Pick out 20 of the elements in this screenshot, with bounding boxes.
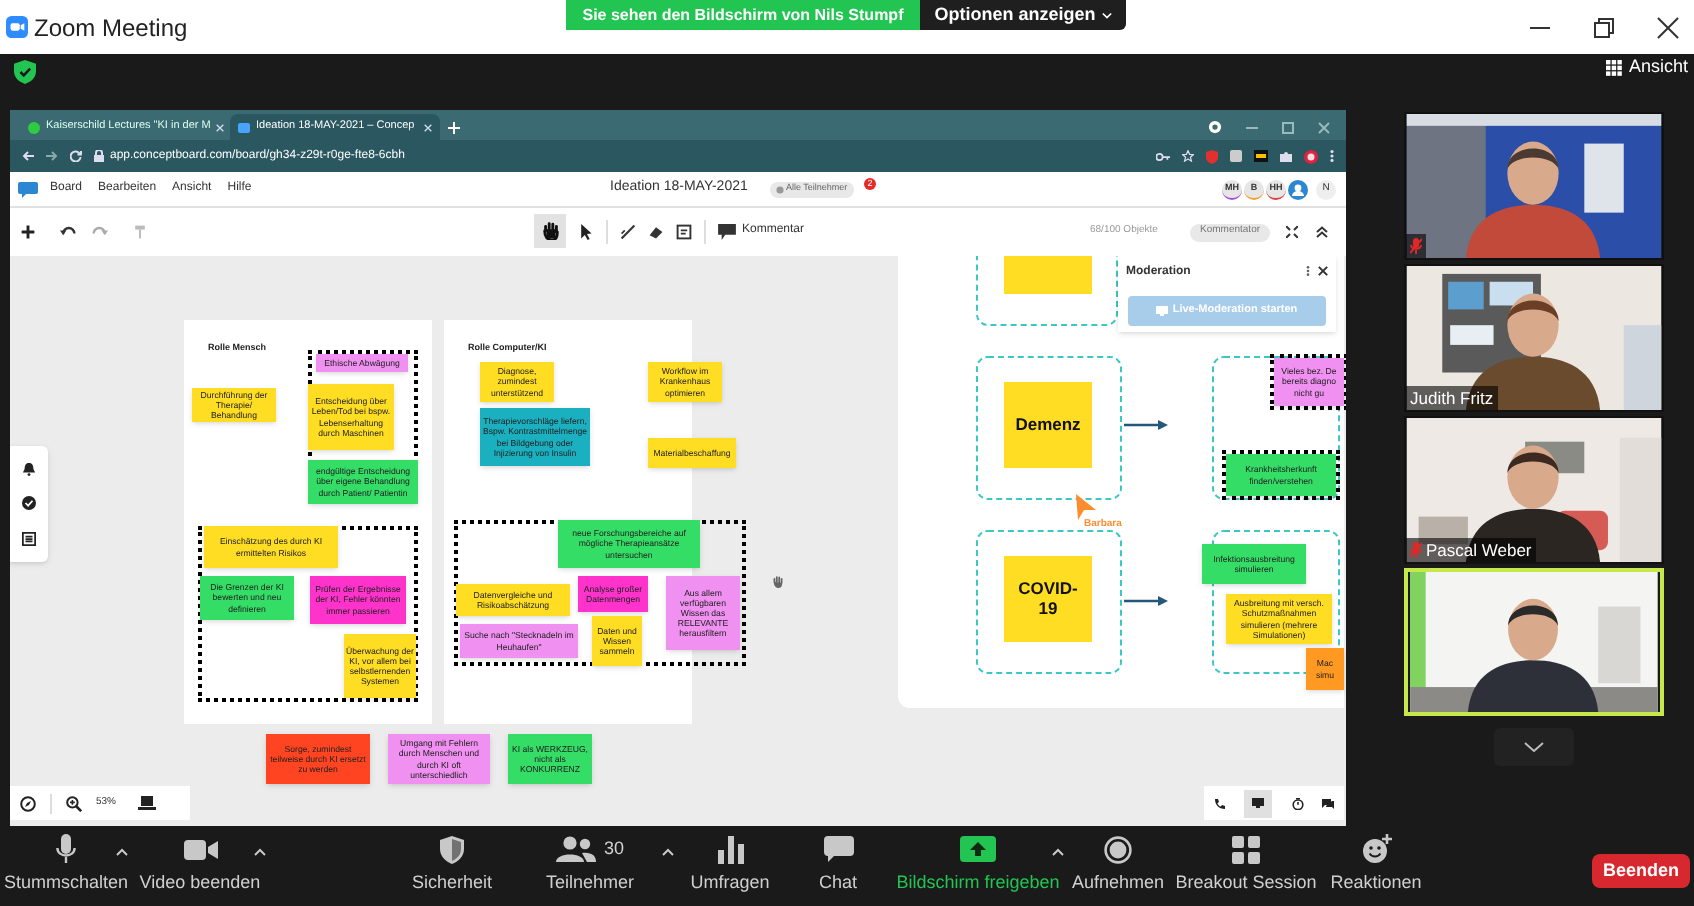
options-button[interactable]: Optionen anzeigen: [920, 0, 1126, 30]
toolbar-button[interactable]: Chat: [819, 826, 858, 906]
view-button[interactable]: Ansicht: [1606, 54, 1688, 80]
toolbar-button[interactable]: Sicherheit: [411, 826, 493, 906]
toolbar-button[interactable]: Aufnehmen: [1071, 826, 1165, 906]
toolbar-button[interactable]: Umfragen: [690, 826, 770, 906]
end-meeting-button[interactable]: Beenden: [1592, 854, 1690, 888]
toolbar-button[interactable]: 30 Teilnehmer: [545, 826, 635, 906]
share-banner: Sie sehen den Bildschirm von Nils Stumpf: [566, 0, 920, 30]
sticky-note: Demenz: [1004, 382, 1092, 468]
toolbar-button[interactable]: Breakout Session: [1175, 826, 1317, 906]
toolbar-button[interactable]: Video beenden: [139, 826, 261, 906]
sticky-note: COVID-19: [1004, 556, 1092, 642]
participant-count: 30: [603, 836, 624, 862]
participant-name: Pascal Weber: [1426, 537, 1532, 562]
window-title: Zoom Meeting: [34, 11, 188, 45]
participant-name: Judith Fritz: [1410, 385, 1494, 410]
toolbar-button[interactable]: Stummschalten: [3, 826, 129, 906]
toolbar-button[interactable]: Reaktionen: [1330, 826, 1422, 906]
toolbar-button[interactable]: Bildschirm freigeben: [896, 826, 1060, 906]
